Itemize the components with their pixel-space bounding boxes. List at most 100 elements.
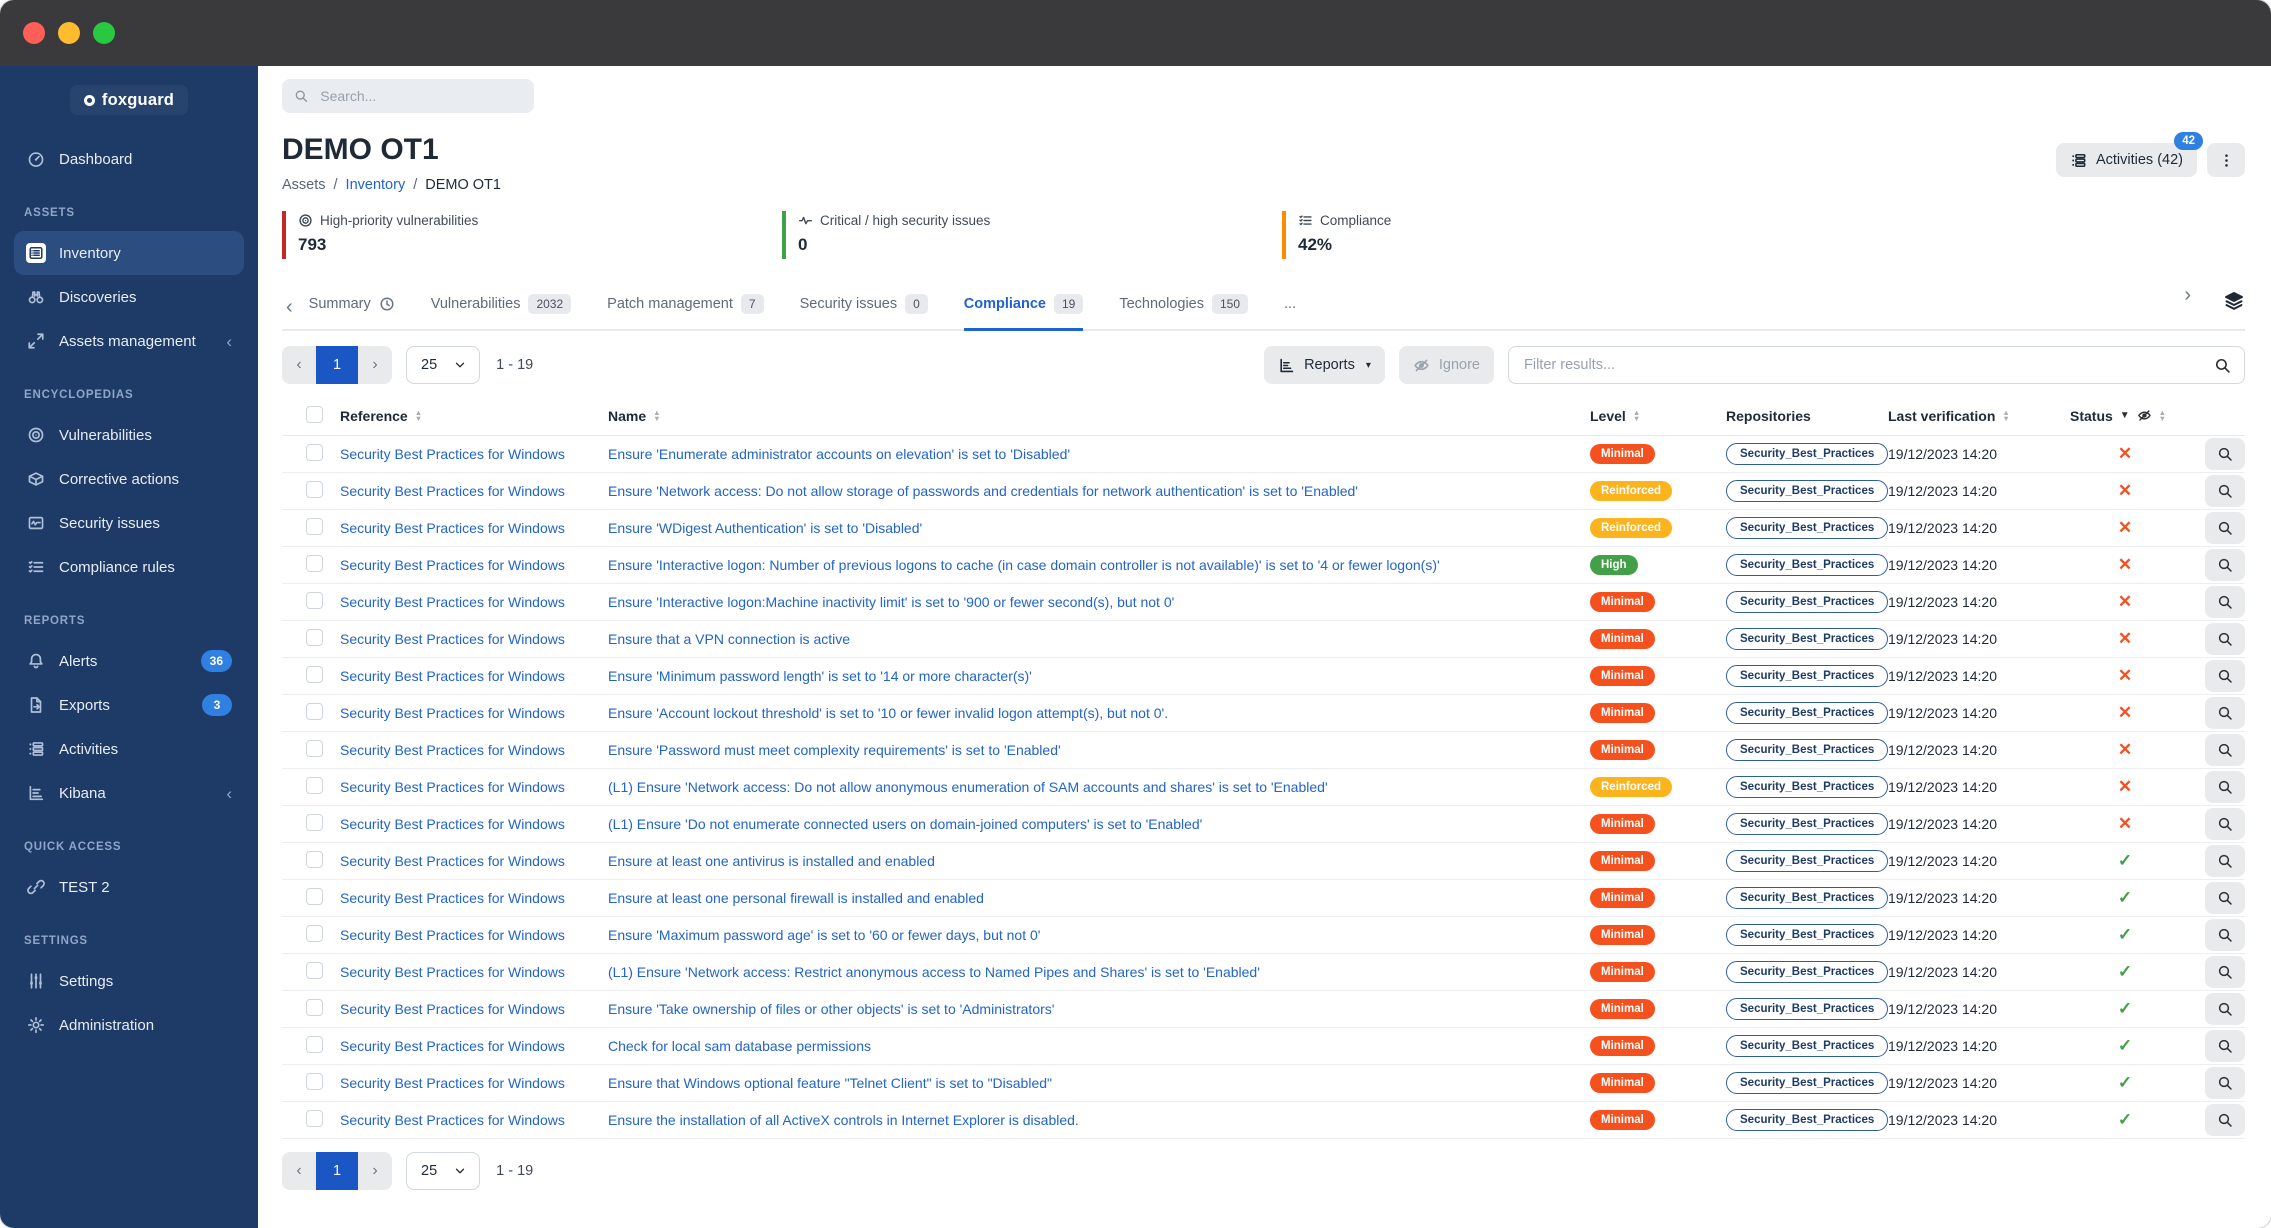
tab-summary[interactable]: Summary <box>309 294 395 331</box>
eye-slash-icon[interactable] <box>2137 407 2152 424</box>
tab-compliance[interactable]: Compliance19 <box>964 294 1084 331</box>
name-link[interactable]: Ensure that a VPN connection is active <box>608 631 1562 647</box>
page-size-select[interactable]: 25 <box>406 346 480 384</box>
row-detail-button[interactable] <box>2205 1104 2245 1136</box>
row-checkbox[interactable] <box>306 555 323 572</box>
name-link[interactable]: Ensure at least one antivirus is install… <box>608 853 1562 869</box>
name-link[interactable]: Ensure 'Interactive logon:Machine inacti… <box>608 594 1562 610</box>
tab-patch-management[interactable]: Patch management7 <box>607 294 763 331</box>
row-checkbox[interactable] <box>306 1036 323 1053</box>
row-detail-button[interactable] <box>2205 660 2245 692</box>
reference-link[interactable]: Security Best Practices for Windows <box>340 1001 594 1017</box>
activities-button[interactable]: Activities (42) <box>2056 143 2197 177</box>
reference-link[interactable]: Security Best Practices for Windows <box>340 927 594 943</box>
reference-link[interactable]: Security Best Practices for Windows <box>340 483 594 499</box>
row-detail-button[interactable] <box>2205 734 2245 766</box>
reference-link[interactable]: Security Best Practices for Windows <box>340 1112 594 1128</box>
row-detail-button[interactable] <box>2205 475 2245 507</box>
reports-button[interactable]: Reports ▾ <box>1264 346 1385 384</box>
breadcrumb-assets[interactable]: Assets <box>282 177 326 193</box>
row-checkbox[interactable] <box>306 777 323 794</box>
tab-vulnerabilities[interactable]: Vulnerabilities2032 <box>431 294 571 331</box>
name-link[interactable]: Ensure 'Interactive logon: Number of pre… <box>608 557 1562 573</box>
row-checkbox[interactable] <box>306 703 323 720</box>
row-checkbox[interactable] <box>306 999 323 1016</box>
row-checkbox[interactable] <box>306 666 323 683</box>
row-detail-button[interactable] <box>2205 993 2245 1025</box>
row-checkbox[interactable] <box>306 851 323 868</box>
row-checkbox[interactable] <box>306 925 323 942</box>
sidebar-item-settings[interactable]: Settings <box>14 959 244 1003</box>
sidebar-item-inventory[interactable]: Inventory <box>14 231 244 275</box>
row-detail-button[interactable] <box>2205 919 2245 951</box>
row-checkbox[interactable] <box>306 1073 323 1090</box>
sidebar-item-corrective-actions[interactable]: Corrective actions <box>14 457 244 501</box>
row-detail-button[interactable] <box>2205 882 2245 914</box>
reference-link[interactable]: Security Best Practices for Windows <box>340 631 594 647</box>
row-detail-button[interactable] <box>2205 1067 2245 1099</box>
sidebar-item-exports[interactable]: Exports3 <box>14 683 244 727</box>
ignore-button[interactable]: Ignore <box>1399 346 1494 384</box>
row-detail-button[interactable] <box>2205 438 2245 470</box>
name-link[interactable]: (L1) Ensure 'Network access: Do not allo… <box>608 779 1562 795</box>
name-link[interactable]: Ensure 'Account lockout threshold' is se… <box>608 705 1562 721</box>
tabs-scroll-left[interactable]: ‹ <box>282 297 305 329</box>
reference-link[interactable]: Security Best Practices for Windows <box>340 1038 594 1054</box>
row-detail-button[interactable] <box>2205 549 2245 581</box>
reference-link[interactable]: Security Best Practices for Windows <box>340 668 594 684</box>
more-actions-button[interactable] <box>2207 143 2245 177</box>
sidebar-item-assets-management[interactable]: Assets management‹ <box>14 319 244 363</box>
column-header-reference[interactable]: Reference ▲▼ <box>340 408 608 424</box>
next-page-button[interactable]: › <box>358 1152 392 1190</box>
sidebar-item-activities[interactable]: Activities <box>14 727 244 771</box>
row-detail-button[interactable] <box>2205 512 2245 544</box>
row-checkbox[interactable] <box>306 740 323 757</box>
row-checkbox[interactable] <box>306 1110 323 1127</box>
row-detail-button[interactable] <box>2205 771 2245 803</box>
reference-link[interactable]: Security Best Practices for Windows <box>340 742 594 758</box>
name-link[interactable]: (L1) Ensure 'Do not enumerate connected … <box>608 816 1562 832</box>
row-checkbox[interactable] <box>306 518 323 535</box>
sidebar-item-administration[interactable]: Administration <box>14 1003 244 1047</box>
name-link[interactable]: Ensure at least one personal firewall is… <box>608 890 1562 906</box>
name-link[interactable]: Ensure 'Enumerate administrator accounts… <box>608 446 1562 462</box>
sidebar-item-vulnerabilities[interactable]: Vulnerabilities <box>14 413 244 457</box>
name-link[interactable]: Ensure 'WDigest Authentication' is set t… <box>608 520 1562 536</box>
reference-link[interactable]: Security Best Practices for Windows <box>340 557 594 573</box>
minimize-window-button[interactable] <box>58 22 80 44</box>
sidebar-item-alerts[interactable]: Alerts36 <box>14 639 244 683</box>
column-header-status[interactable]: Status ▼ ▲▼ <box>2070 407 2180 424</box>
reference-link[interactable]: Security Best Practices for Windows <box>340 964 594 980</box>
filter-input[interactable] <box>1522 356 2204 374</box>
row-checkbox[interactable] <box>306 962 323 979</box>
prev-page-button[interactable]: ‹ <box>282 346 316 384</box>
current-page-button[interactable]: 1 <box>316 346 358 384</box>
name-link[interactable]: (L1) Ensure 'Network access: Restrict an… <box>608 964 1562 980</box>
row-detail-button[interactable] <box>2205 1030 2245 1062</box>
sidebar-item-dashboard[interactable]: Dashboard <box>14 137 244 181</box>
layers-button[interactable] <box>2223 290 2245 312</box>
name-link[interactable]: Ensure 'Take ownership of files or other… <box>608 1001 1562 1017</box>
column-header-last-verification[interactable]: Last verification ▲▼ <box>1880 408 2070 424</box>
reference-link[interactable]: Security Best Practices for Windows <box>340 890 594 906</box>
global-search[interactable] <box>282 79 534 113</box>
row-detail-button[interactable] <box>2205 697 2245 729</box>
reference-link[interactable]: Security Best Practices for Windows <box>340 520 594 536</box>
name-link[interactable]: Ensure 'Network access: Do not allow sto… <box>608 483 1562 499</box>
tab-technologies[interactable]: Technologies150 <box>1119 294 1248 331</box>
row-checkbox[interactable] <box>306 629 323 646</box>
row-detail-button[interactable] <box>2205 586 2245 618</box>
name-link[interactable]: Ensure 'Maximum password age' is set to … <box>608 927 1562 943</box>
reference-link[interactable]: Security Best Practices for Windows <box>340 779 594 795</box>
name-link[interactable]: Ensure that Windows optional feature "Te… <box>608 1075 1562 1091</box>
row-checkbox[interactable] <box>306 481 323 498</box>
search-input[interactable] <box>318 87 522 105</box>
close-window-button[interactable] <box>23 22 45 44</box>
column-header-name[interactable]: Name ▲▼ <box>608 408 1576 424</box>
sidebar-item-kibana[interactable]: Kibana‹ <box>14 771 244 815</box>
row-checkbox[interactable] <box>306 444 323 461</box>
tab-security-issues[interactable]: Security issues0 <box>800 294 928 331</box>
row-detail-button[interactable] <box>2205 623 2245 655</box>
sidebar-item-compliance-rules[interactable]: Compliance rules <box>14 545 244 589</box>
column-header-level[interactable]: Level ▲▼ <box>1576 408 1714 424</box>
